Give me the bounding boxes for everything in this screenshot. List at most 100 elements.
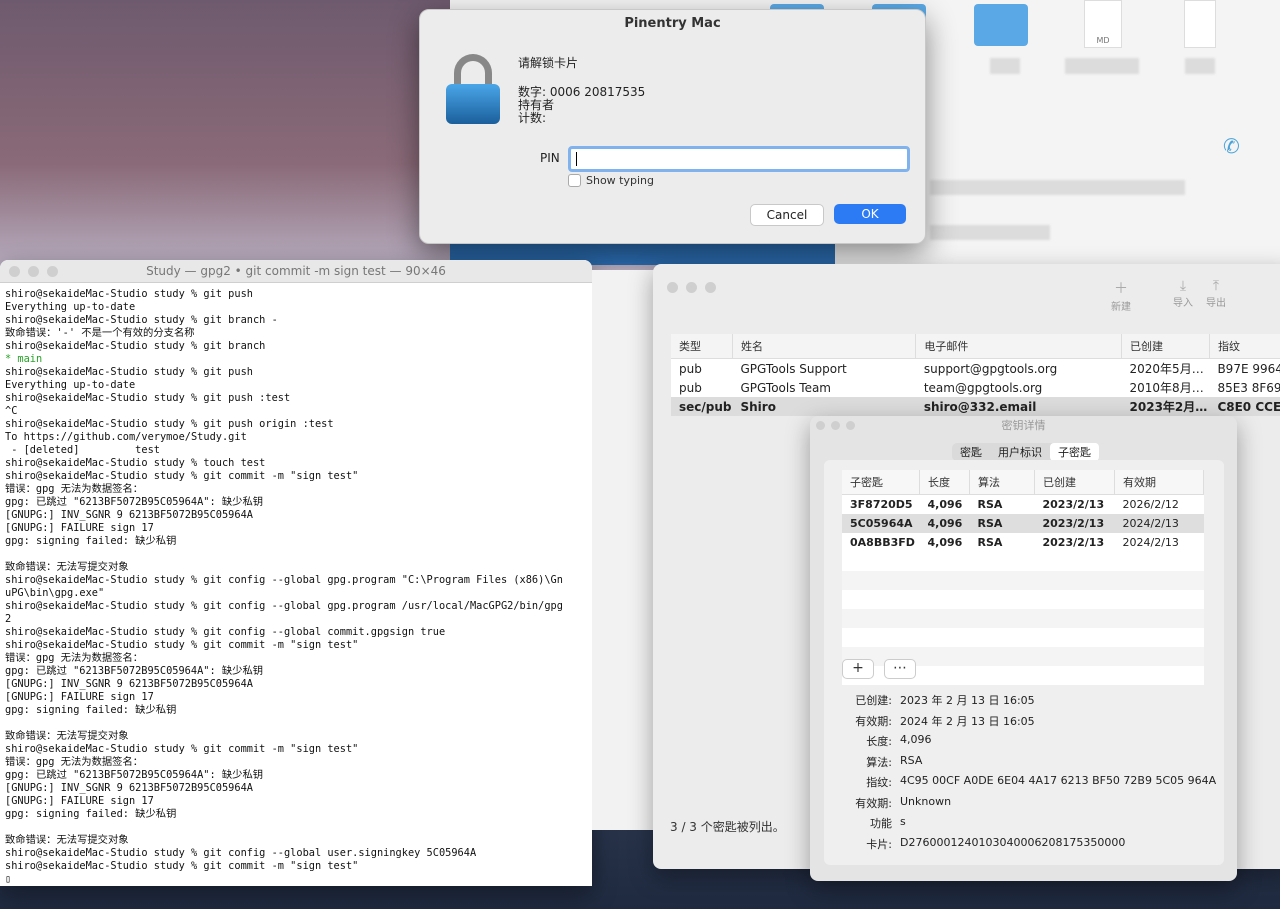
detail-value: 2024 年 2 月 13 日 16:05 [900,714,1035,728]
terminal-line: gpg: signing failed: 缺少私钥 [5,704,177,716]
terminal-line: gpg: 已跳过 "6213BF5072B95C05964A": 缺少私钥 [5,769,264,781]
new-key-button[interactable]: ＋ 新建 [1111,278,1131,313]
terminal-line: shiro@sekaideMac-Studio study % git push… [5,418,334,430]
detail-value: D2760001240103040006208175350000 [900,835,1126,849]
minimize-button[interactable] [686,282,697,293]
import-button[interactable]: ⤓ 导入 [1173,278,1193,309]
column-header-expires[interactable]: 有效期 [1114,470,1204,495]
empty-row [842,628,1204,647]
tab-user-ids[interactable]: 用户标识 [990,443,1050,461]
key-row[interactable]: pub GPGTools Support support@gpgtools.or… [671,358,1280,378]
subkey-header: 子密匙 长度 算法 已创建 有效期 [842,470,1204,495]
close-button[interactable] [667,282,678,293]
dialog-message: 请解锁卡片 数字: 0006 20817535 持有者 计数: [518,55,645,127]
subkey-row[interactable]: 3F8720D5 4,096 RSA 2023/2/13 2026/2/12 [842,494,1204,514]
import-icon: ⤓ [1179,278,1187,294]
terminal-line: 致命错误：无法写提交对象 [5,730,129,742]
pinentry-dialog: Pinentry Mac 请解锁卡片 数字: 0006 20817535 持有者… [419,9,926,244]
terminal-line: 错误：gpg 无法为数据签名： [5,652,144,664]
detail-value: 2023 年 2 月 13 日 16:05 [900,694,1035,707]
key-type: pub [671,378,733,397]
detail-key: 功能 [870,817,892,830]
key-list-table: 类型 姓名 电子邮件 已创建 指纹 pub GPGTools Support s… [671,334,1280,416]
blurred-content [930,225,1050,240]
keychain-toolbar: ＋ 新建 ⤓ 导入 ⤒ 导出 [653,264,1280,330]
folder-icon[interactable] [974,4,1028,46]
minimize-button[interactable] [831,421,840,430]
zoom-button[interactable] [846,421,855,430]
phone-icon[interactable]: ✆ [1223,134,1240,158]
ok-button[interactable]: OK [834,204,906,224]
zoom-button[interactable] [705,282,716,293]
toolbar-label: 导出 [1206,298,1226,309]
key-row[interactable]: pub GPGTools Team team@gpgtools.org 2010… [671,378,1280,397]
detail-value: Unknown [900,794,952,808]
pin-input[interactable] [568,146,910,172]
subkey-length: 4,096 [919,514,970,533]
empty-row [842,571,1204,590]
key-count-status: 3 / 3 个密匙被列出。 [670,820,785,834]
detail-key: 卡片: [866,837,892,851]
terminal-line: [GNUPG:] FAILURE sign 17 [5,691,154,703]
column-header-subkey[interactable]: 子密匙 [842,470,920,495]
minimize-button[interactable] [28,266,39,277]
key-row-selected[interactable]: sec/pub Shiro shiro@332.email 2023年2月… C… [671,397,1280,416]
column-header-email[interactable]: 电子邮件 [915,334,1123,359]
column-header-type[interactable]: 类型 [671,334,733,359]
details-titlebar: 密钥详情 [810,416,1237,436]
key-list-header: 类型 姓名 电子邮件 已创建 指纹 [671,334,1280,359]
column-header-created[interactable]: 已创建 [1034,470,1115,495]
terminal-line: shiro@sekaideMac-Studio study % git comm… [5,639,359,651]
terminal-line: [GNUPG:] INV_SGNR 9 6213BF5072B95C05964A [5,678,253,690]
terminal-output[interactable]: shiro@sekaideMac-Studio study % git push… [0,283,592,886]
terminal-line: - [deleted] test [5,444,160,456]
subkey-row-selected[interactable]: 5C05964A 4,096 RSA 2023/2/13 2024/2/13 [842,514,1204,533]
terminal-line: shiro@sekaideMac-Studio study % git comm… [5,860,359,872]
terminal-line: Everything up-to-date [5,379,136,391]
key-name: GPGTools Team [732,378,916,397]
tab-subkeys[interactable]: 子密匙 [1050,443,1099,461]
export-button[interactable]: ⤒ 导出 [1206,278,1226,309]
subkey-row[interactable]: 0A8BB3FD 4,096 RSA 2023/2/13 2024/2/13 [842,533,1204,552]
column-header-fingerprint[interactable]: 指纹 [1209,334,1280,359]
column-header-length[interactable]: 长度 [919,470,970,495]
more-options-button[interactable]: ⋯ [884,659,916,679]
file-type-label: MD [1096,36,1110,45]
subkey-id: 0A8BB3FD [842,533,920,552]
subkey-algorithm: RSA [969,514,1035,533]
key-created: 2010年8月… [1121,378,1210,397]
zoom-button[interactable] [47,266,58,277]
toolbar-label: 导入 [1173,298,1193,309]
tab-key[interactable]: 密匙 [952,443,990,461]
subkey-expires: 2024/2/13 [1114,514,1204,533]
terminal-line: ▯ [5,873,12,885]
column-header-created[interactable]: 已创建 [1121,334,1210,359]
key-type: sec/pub [671,397,733,416]
close-button[interactable] [9,266,20,277]
close-button[interactable] [816,421,825,430]
terminal-line: Everything up-to-date [5,301,136,313]
show-typing-checkbox[interactable]: Show typing [568,174,654,187]
terminal-line: shiro@sekaideMac-Studio study % git conf… [5,574,563,586]
add-subkey-button[interactable]: + [842,659,874,679]
blurred-strip [592,270,658,830]
terminal-line: gpg: 已跳过 "6213BF5072B95C05964A": 缺少私钥 [5,665,264,677]
detail-key: 有效期: [855,796,892,810]
cancel-button[interactable]: Cancel [750,204,824,226]
terminal-line: gpg: signing failed: 缺少私钥 [5,808,177,820]
checkbox-box[interactable] [568,174,581,187]
detail-value: 4C95 00CF A0DE 6E04 4A17 6213 BF50 72B9 … [900,774,1217,787]
file-icon[interactable] [1184,0,1216,48]
subkey-length: 4,096 [919,533,970,552]
detail-row: 已创建: 2023 年 2 月 13 日 16:05 [824,692,1224,713]
detail-value: s [900,815,906,828]
dialog-title: Pinentry Mac [624,16,721,31]
terminal-line: shiro@sekaideMac-Studio study % git comm… [5,743,359,755]
column-header-algorithm[interactable]: 算法 [969,470,1035,495]
detail-row: 有效期: 2024 年 2 月 13 日 16:05 [824,713,1224,734]
markdown-file-icon[interactable]: MD [1084,0,1122,48]
card-counter: 计数: [518,111,547,125]
key-email: team@gpgtools.org [915,378,1122,397]
subkeys-panel: 子密匙 长度 算法 已创建 有效期 3F8720D5 4,096 RSA 202… [824,460,1224,865]
column-header-name[interactable]: 姓名 [732,334,917,359]
